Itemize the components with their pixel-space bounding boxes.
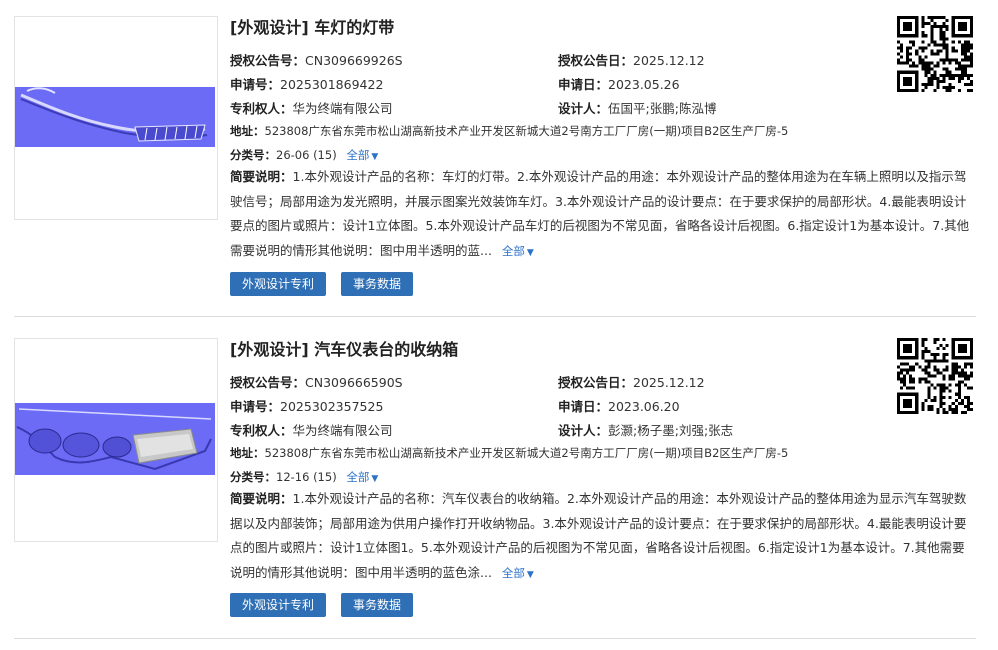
application-date: 申请日：2023.05.26 — [558, 77, 680, 92]
caret-down-icon: ▼ — [526, 569, 534, 580]
car-lamp-strip-image — [20, 87, 208, 142]
affairs-data-button[interactable]: 事务数据 — [341, 593, 414, 617]
classification: 分类号：26-06 (15) 全部 ▼ — [230, 148, 379, 162]
expand-description-link[interactable]: 全部 ▼ — [502, 566, 534, 580]
brief-description: 简要说明：1.本外观设计产品的名称：汽车仪表台的收纳箱。2.本外观设计产品的用途… — [230, 491, 967, 580]
patent-thumbnail[interactable] — [14, 16, 218, 220]
divider — [14, 638, 976, 639]
patent-thumbnail[interactable] — [14, 338, 218, 542]
address: 地址：523808广东省东莞市松山湖高新技术产业开发区新城大道2号南方工厂厂房(… — [230, 446, 789, 460]
qr-code-icon — [897, 338, 973, 414]
patent-owner: 专利权人：华为终端有限公司 — [230, 423, 393, 438]
grant-date: 授权公告日：2025.12.12 — [558, 53, 705, 68]
classification: 分类号：12-16 (15) 全部 ▼ — [230, 470, 379, 484]
qr-code-icon — [897, 16, 973, 92]
caret-down-icon: ▼ — [371, 474, 379, 484]
grant-number: 授权公告号：CN309669926S — [230, 53, 403, 68]
patent-record: [外观设计] 汽车仪表台的收纳箱 授权公告号：CN309666590S 授权公告… — [0, 322, 998, 640]
caret-down-icon: ▼ — [371, 152, 379, 162]
expand-classification-link[interactable]: 全部 ▼ — [346, 470, 378, 484]
patent-record: [外观设计] 车灯的灯带 授权公告号：CN309669926S 授权公告日：20… — [0, 0, 998, 318]
grant-date: 授权公告日：2025.12.12 — [558, 375, 705, 390]
designer: 设计人：彭灏;杨子墨;刘强;张志 — [558, 423, 734, 438]
patent-title[interactable]: [外观设计] 车灯的灯带 — [230, 14, 394, 38]
application-number: 申请号：2025301869422 — [230, 77, 384, 92]
design-patent-button[interactable]: 外观设计专利 — [230, 593, 327, 617]
designer: 设计人：伍国平;张鹏;陈泓博 — [558, 101, 717, 116]
expand-description-link[interactable]: 全部 ▼ — [502, 244, 534, 258]
caret-down-icon: ▼ — [526, 247, 534, 258]
expand-classification-link[interactable]: 全部 ▼ — [346, 148, 378, 162]
affairs-data-button[interactable]: 事务数据 — [341, 272, 414, 296]
address: 地址：523808广东省东莞市松山湖高新技术产业开发区新城大道2号南方工厂厂房(… — [230, 124, 789, 138]
application-number: 申请号：2025302357525 — [230, 399, 384, 414]
application-date: 申请日：2023.06.20 — [558, 399, 680, 414]
brief-description: 简要说明：1.本外观设计产品的名称：车灯的灯带。2.本外观设计产品的用途：本外观… — [230, 169, 970, 258]
divider — [14, 316, 976, 317]
design-patent-button[interactable]: 外观设计专利 — [230, 272, 327, 296]
patent-owner: 专利权人：华为终端有限公司 — [230, 101, 393, 116]
patent-title[interactable]: [外观设计] 汽车仪表台的收纳箱 — [230, 336, 458, 360]
storage-box-image — [16, 408, 212, 471]
grant-number: 授权公告号：CN309666590S — [230, 375, 403, 390]
